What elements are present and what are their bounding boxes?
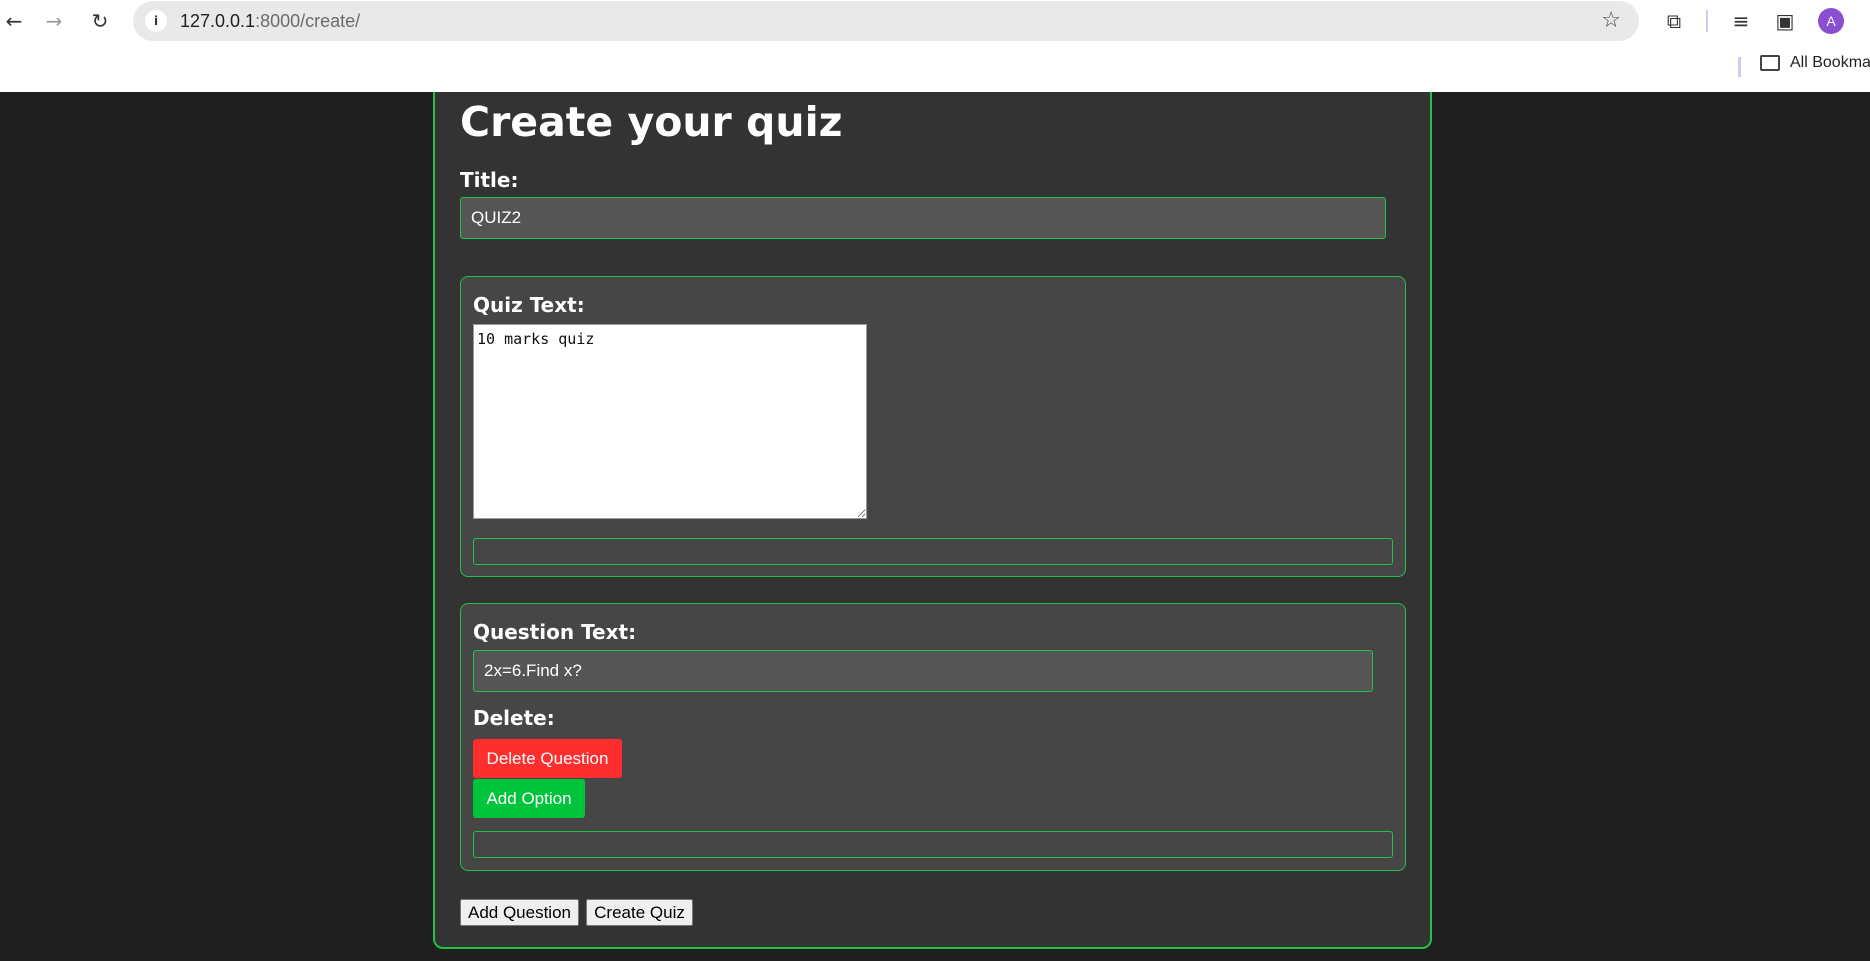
url-path: :8000/create/ [255, 11, 361, 31]
delete-label: Delete: [473, 706, 555, 730]
browser-toolbar: ← → ↻ i 127.0.0.1:8000/create/ ☆ ⧉ ≡ ▣ A [0, 0, 1870, 42]
title-label: Title: [460, 168, 519, 192]
puzzle-icon[interactable]: ⧉ [1661, 8, 1687, 34]
question-section: Question Text: Delete: Delete Question A… [460, 603, 1406, 871]
bookmarks-separator [1738, 57, 1741, 77]
all-bookmarks-folder[interactable]: All Bookmarks [1760, 54, 1870, 72]
star-icon[interactable]: ☆ [1601, 8, 1621, 33]
url-host: 127.0.0.1 [180, 11, 256, 31]
info-icon[interactable]: i [145, 10, 167, 32]
toolbar-separator [1706, 10, 1708, 32]
quiz-text-textarea[interactable]: 10 marks quiz [473, 324, 867, 519]
create-quiz-button[interactable]: Create Quiz [586, 899, 693, 926]
profile-avatar[interactable]: A [1818, 8, 1844, 34]
quiz-text-label: Quiz Text: [473, 293, 585, 317]
back-arrow-icon[interactable]: ← [0, 7, 28, 35]
media-controls-icon[interactable]: ≡ [1728, 8, 1754, 34]
question-text-label: Question Text: [473, 620, 637, 644]
quiz-text-section: Quiz Text: 10 marks quiz [460, 276, 1406, 577]
title-input[interactable] [460, 197, 1386, 239]
reload-icon[interactable]: ↻ [86, 7, 114, 35]
add-option-button[interactable]: Add Option [473, 779, 585, 818]
question-text-input[interactable] [473, 650, 1373, 692]
quiz-form-card: Create your quiz Title: Quiz Text: 10 ma… [433, 92, 1432, 949]
folder-icon [1760, 55, 1780, 71]
options-container[interactable] [473, 831, 1393, 858]
add-question-button[interactable]: Add Question [460, 899, 579, 926]
url-text[interactable]: 127.0.0.1:8000/create/ [180, 11, 360, 32]
all-bookmarks-label: All Bookmarks [1790, 54, 1870, 71]
browser-chrome: ← → ↻ i 127.0.0.1:8000/create/ ☆ ⧉ ≡ ▣ A… [0, 0, 1870, 92]
quiz-text-extra-field[interactable] [473, 538, 1393, 565]
bookmarks-bar: All Bookmarks [0, 48, 1870, 84]
address-bar[interactable]: i 127.0.0.1:8000/create/ ☆ [133, 1, 1639, 41]
page-viewport: Create your quiz Title: Quiz Text: 10 ma… [0, 92, 1870, 961]
side-panel-icon[interactable]: ▣ [1772, 8, 1798, 34]
forward-arrow-icon[interactable]: → [40, 7, 68, 35]
page-title: Create your quiz [460, 98, 843, 146]
delete-question-button[interactable]: Delete Question [473, 739, 622, 778]
